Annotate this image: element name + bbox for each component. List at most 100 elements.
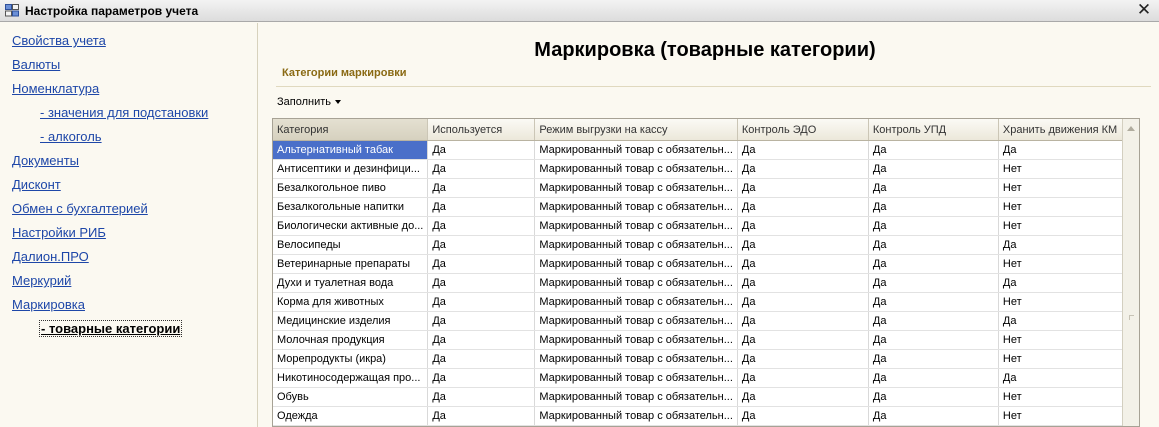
cell-category[interactable]: Ветеринарные препараты [273,254,429,274]
categories-table[interactable]: Категория Используется Режим выгрузки на… [272,118,1140,427]
table-row[interactable]: Безалкогольное пиво Да Маркированный товар… [273,178,1127,198]
sidebar-item-alcohol[interactable]: - алкоголь [40,129,102,144]
cell-upd-control[interactable]: Да [868,368,999,388]
cell-category[interactable]: Медицинские изделия [273,311,429,331]
table-row[interactable]: Духи и туалетная вода Да Маркированный тов… [273,273,1127,293]
cell-edo-control[interactable]: Да [737,311,869,331]
table-row[interactable]: Альтернативный табак Да Маркированный това… [273,140,1127,160]
cell-upd-control[interactable]: Да [868,311,999,331]
cell-used[interactable]: Да [427,140,536,160]
cell-export-mode[interactable]: Маркированный товар с обязательн... [534,406,738,426]
sidebar-item-dalion-pro[interactable]: Далион.ПРО [12,249,89,264]
cell-edo-control[interactable]: Да [737,178,869,198]
cell-store-km[interactable]: Нет [998,330,1127,350]
table-row[interactable]: Ветеринарные препараты Да Маркированный то… [273,254,1127,274]
cell-used[interactable]: Да [427,216,536,236]
cell-upd-control[interactable]: Да [868,197,999,217]
sidebar-item-mercury[interactable]: Меркурий [12,273,71,288]
cell-edo-control[interactable]: Да [737,368,869,388]
sidebar-item-discount[interactable]: Дисконт [12,177,61,192]
column-header-upd-control[interactable]: Контроль УПД [868,119,999,141]
cell-used[interactable]: Да [427,235,536,255]
cell-store-km[interactable]: Да [998,368,1127,388]
table-row[interactable]: Медицинские изделия Да Маркированный товар… [273,311,1127,331]
cell-upd-control[interactable]: Да [868,159,999,179]
column-header-used[interactable]: Используется [427,119,536,141]
cell-used[interactable]: Да [427,273,536,293]
cell-store-km[interactable]: Да [998,235,1127,255]
sidebar-item-accounting-exchange[interactable]: Обмен с бухгалтерией [12,201,148,216]
cell-store-km[interactable]: Да [998,311,1127,331]
cell-store-km[interactable]: Нет [998,159,1127,179]
cell-category[interactable]: Велосипеды [273,235,429,255]
cell-store-km[interactable]: Нет [998,387,1127,407]
cell-export-mode[interactable]: Маркированный товар с обязательн... [534,197,738,217]
table-row[interactable]: Корма для животных Да Маркированный товар … [273,292,1127,312]
cell-export-mode[interactable]: Маркированный товар с обязательн... [534,349,738,369]
column-header-export-mode[interactable]: Режим выгрузки на кассу [534,119,738,141]
cell-category[interactable]: Безалкогольное пиво [273,178,429,198]
cell-edo-control[interactable]: Да [737,273,869,293]
cell-store-km[interactable]: Нет [998,349,1127,369]
cell-upd-control[interactable]: Да [868,254,999,274]
cell-category[interactable]: Антисептики и дезинфици... [273,159,429,179]
column-header-store-km[interactable]: Хранить движения КМ [998,119,1127,141]
cell-export-mode[interactable]: Маркированный товар с обязательн... [534,311,738,331]
cell-category[interactable]: Корма для животных [273,292,429,312]
cell-store-km[interactable]: Нет [998,216,1127,236]
cell-export-mode[interactable]: Маркированный товар с обязательн... [534,178,738,198]
cell-export-mode[interactable]: Маркированный товар с обязательн... [534,235,738,255]
cell-upd-control[interactable]: Да [868,140,999,160]
sidebar-item-currencies[interactable]: Валюты [12,57,60,72]
cell-used[interactable]: Да [427,406,536,426]
cell-export-mode[interactable]: Маркированный товар с обязательн... [534,273,738,293]
cell-used[interactable]: Да [427,387,536,407]
sidebar-item-accounting-properties[interactable]: Свойства учета [12,33,106,48]
cell-used[interactable]: Да [427,330,536,350]
cell-edo-control[interactable]: Да [737,387,869,407]
cell-category[interactable]: Одежда [273,406,429,426]
cell-export-mode[interactable]: Маркированный товар с обязательн... [534,387,738,407]
close-icon[interactable]: ✕ [1135,1,1153,19]
cell-upd-control[interactable]: Да [868,349,999,369]
cell-used[interactable]: Да [427,292,536,312]
cell-category[interactable]: Безалкогольные напитки [273,197,429,217]
cell-used[interactable]: Да [427,178,536,198]
cell-store-km[interactable]: Нет [998,292,1127,312]
vertical-scrollbar[interactable] [1122,119,1139,426]
cell-edo-control[interactable]: Да [737,159,869,179]
fill-button[interactable]: Заполнить [277,96,342,108]
sidebar-item-product-categories[interactable]: - товарные категории [39,320,183,337]
cell-edo-control[interactable]: Да [737,254,869,274]
cell-edo-control[interactable]: Да [737,406,869,426]
cell-upd-control[interactable]: Да [868,292,999,312]
cell-upd-control[interactable]: Да [868,178,999,198]
cell-export-mode[interactable]: Маркированный товар с обязательн... [534,140,738,160]
cell-edo-control[interactable]: Да [737,292,869,312]
cell-category[interactable]: Биологически активные до... [273,216,429,236]
cell-used[interactable]: Да [427,159,536,179]
sidebar-item-nomenclature[interactable]: Номенклатура [12,81,99,96]
table-row[interactable]: Морепродукты (икра) Да Маркированный товар… [273,349,1127,369]
cell-upd-control[interactable]: Да [868,406,999,426]
cell-store-km[interactable]: Да [998,273,1127,293]
cell-edo-control[interactable]: Да [737,349,869,369]
cell-store-km[interactable]: Нет [998,197,1127,217]
table-row[interactable]: Антисептики и дезинфици... Да Маркированны… [273,159,1127,179]
cell-edo-control[interactable]: Да [737,197,869,217]
cell-upd-control[interactable]: Да [868,330,999,350]
cell-upd-control[interactable]: Да [868,235,999,255]
cell-used[interactable]: Да [427,254,536,274]
cell-edo-control[interactable]: Да [737,330,869,350]
cell-category[interactable]: Духи и туалетная вода [273,273,429,293]
cell-upd-control[interactable]: Да [868,273,999,293]
table-row[interactable]: Биологически активные до... Да Маркированн… [273,216,1127,236]
table-row[interactable]: Обувь Да Маркированный товар с обязательн.… [273,387,1127,407]
cell-edo-control[interactable]: Да [737,140,869,160]
cell-used[interactable]: Да [427,368,536,388]
sidebar-item-marking[interactable]: Маркировка [12,297,85,312]
cell-export-mode[interactable]: Маркированный товар с обязательн... [534,368,738,388]
table-row[interactable]: Велосипеды Да Маркированный товар с обязат… [273,235,1127,255]
cell-store-km[interactable]: Да [998,140,1127,160]
column-header-edo-control[interactable]: Контроль ЭДО [737,119,869,141]
